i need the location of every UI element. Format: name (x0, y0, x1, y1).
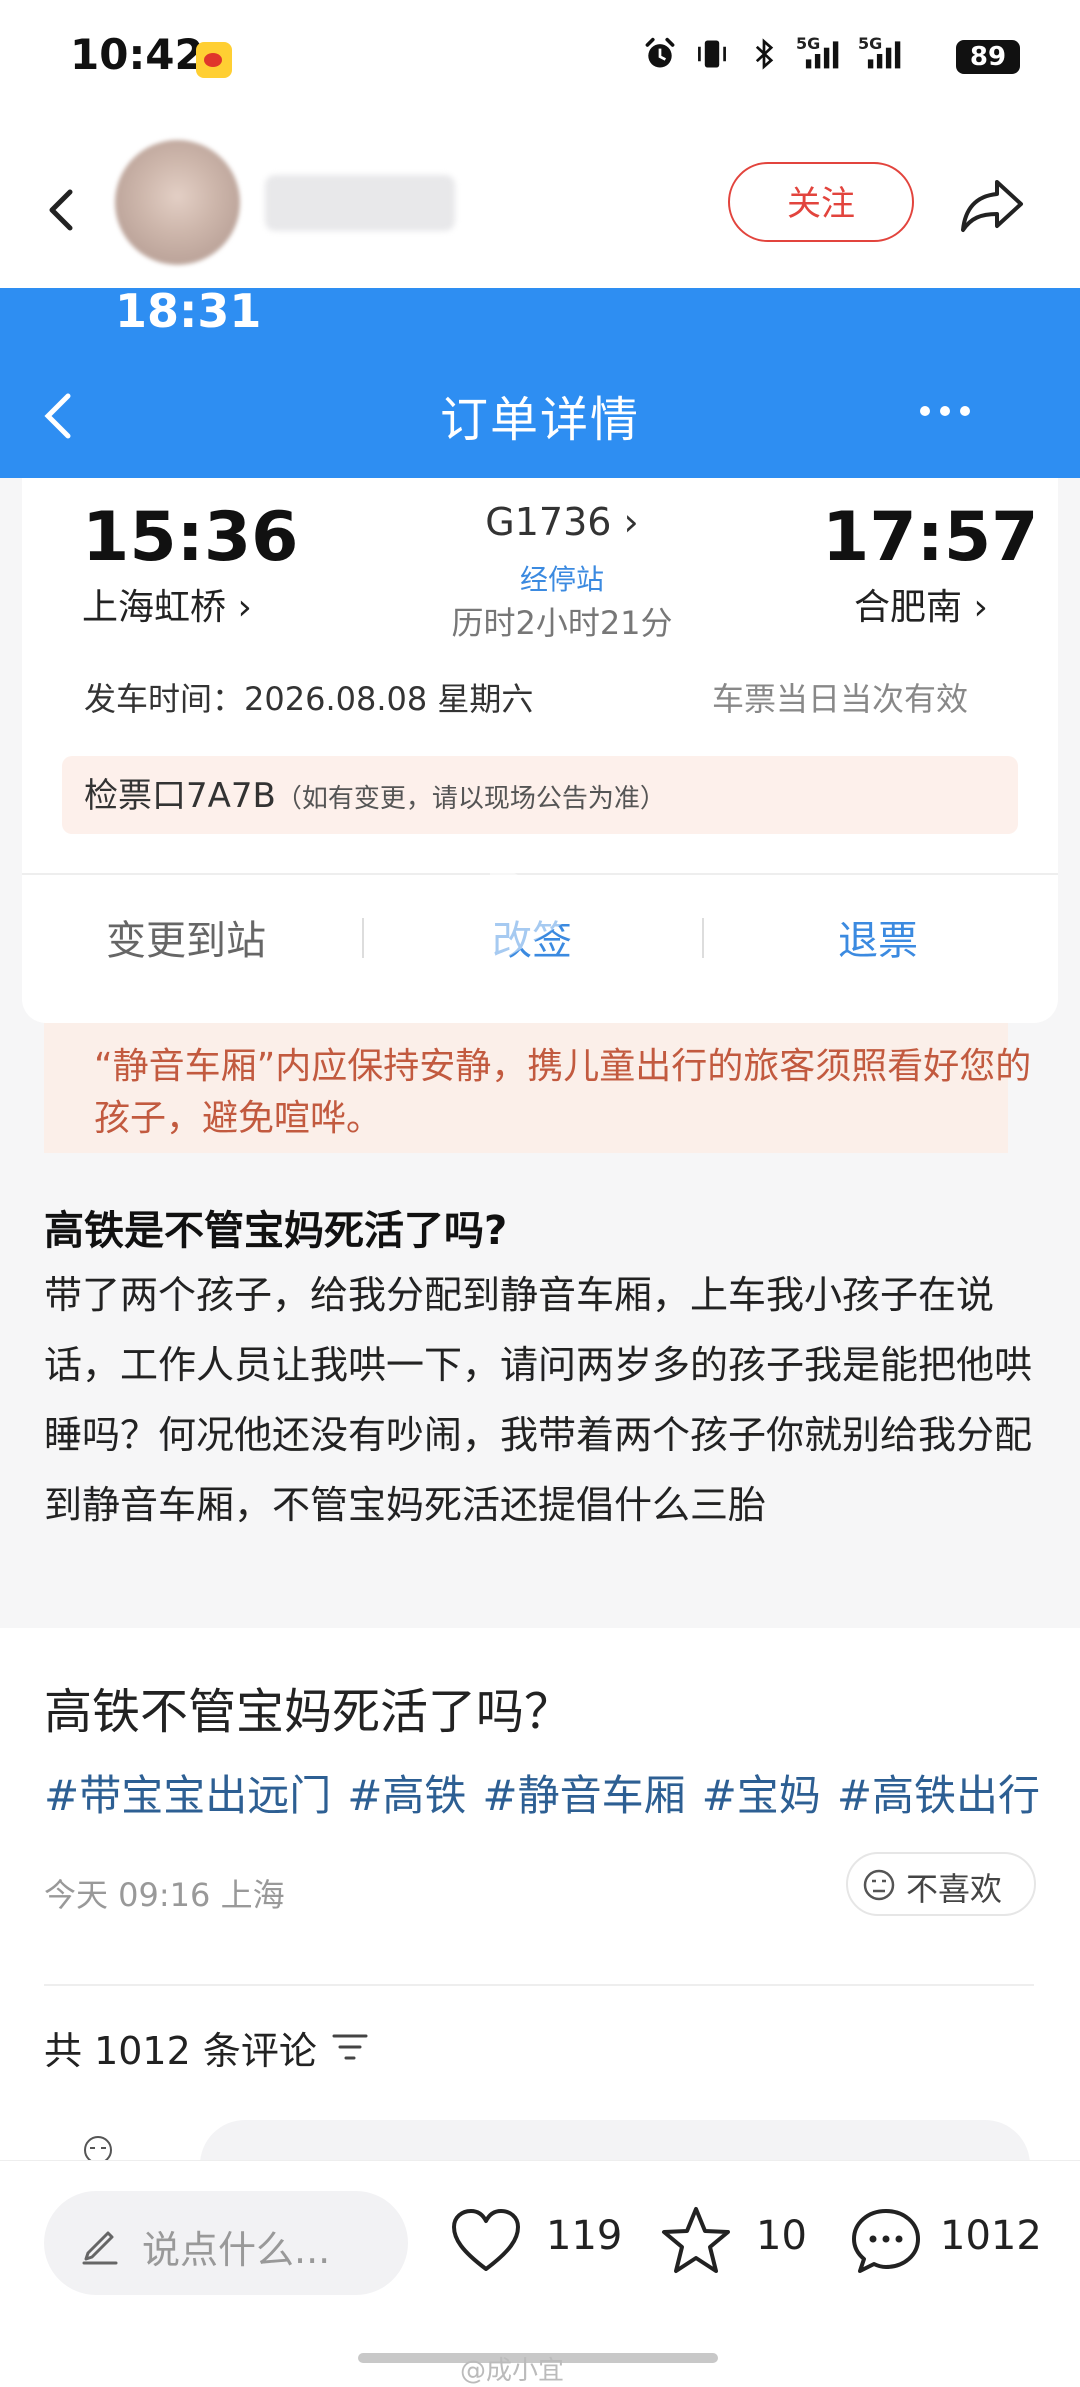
comment-placeholder: 说点什么... (142, 2228, 331, 2272)
battery-level: 89 (956, 40, 1020, 74)
status-time: 10:42 (70, 30, 204, 79)
follow-button[interactable]: 关注 (728, 162, 914, 242)
post-header: 关注 (0, 120, 1080, 290)
via-stations-link: 经停站 (519, 563, 604, 596)
star-icon[interactable] (656, 2201, 736, 2281)
departure-time: 15:36 (82, 498, 299, 577)
weibo-notification-icon (196, 42, 232, 78)
change-destination-action: 变更到站 (106, 918, 266, 964)
refund-action: 退票 (838, 918, 918, 964)
comment-bubble-icon[interactable] (846, 2201, 926, 2281)
notice-text: “静音车厢”内应保持安静，携儿童出行的旅客须照看好您的孩子，避免喧哗。 (94, 1046, 1032, 1139)
hashtag-list: #带宝宝出远门 #高铁 #静音车厢 #宝妈 #高铁出行 (44, 1762, 1054, 1823)
hashtag-link[interactable]: #高铁 (347, 1771, 466, 1820)
gate-note: （如有变更，请以现场公告为准） (275, 784, 666, 814)
signal-icon-1 (805, 41, 839, 69)
hashtag-link[interactable]: #宝妈 (702, 1771, 821, 1820)
author-name-blurred[interactable] (265, 175, 455, 231)
hashtag-link[interactable]: #静音车厢 (482, 1771, 685, 1820)
sort-icon[interactable] (330, 2030, 370, 2064)
comments-count: 共 1012 条评论 (44, 2029, 317, 2073)
status-icons: 5G 5G 89 (640, 30, 1020, 80)
signal-icon-2 (867, 41, 901, 69)
embedded-post-heading: 高铁是不管宝妈死活了吗? (44, 1208, 508, 1254)
post-meta: 今天 09:16 上海 (44, 1876, 285, 1914)
gate-info: 检票口7A7B（如有变更，请以现场公告为准） (62, 756, 1018, 834)
divider (362, 918, 364, 958)
divider (702, 918, 704, 958)
dislike-label: 不喜欢 (906, 1870, 1003, 1908)
embedded-post-body: 带了两个孩子，给我分配到静音车厢，上车我小孩子在说话，工作人员让我哄一下，请问两… (44, 1273, 1033, 1527)
quiet-car-notice: “静音车厢”内应保持安静，携儿童出行的旅客须照看好您的孩子，避免喧哗。 (44, 1023, 1031, 1153)
like-count: 119 (546, 2213, 623, 2259)
arrival-time: 17:57 (822, 498, 1039, 577)
back-arrow-icon[interactable] (34, 180, 94, 240)
railway-app-header: 18:31 订单详情 (0, 284, 1080, 478)
bluetooth-icon (755, 38, 774, 70)
pencil-icon (82, 2231, 118, 2265)
alarm-icon (645, 37, 675, 68)
departure-station: 上海虹桥 › (82, 587, 252, 628)
favorite-count: 10 (756, 2213, 807, 2259)
post-title: 高铁不管宝妈死活了吗？ (44, 1684, 573, 1740)
post-image[interactable]: 18:31 订单详情 15:36 上海虹桥 › G1736 › 经停站 历时2小… (0, 284, 1080, 1628)
divider (44, 1984, 1034, 1986)
dislike-button[interactable]: 不喜欢 (846, 1852, 1036, 1916)
hashtag-link[interactable]: #高铁出行 (837, 1771, 1040, 1820)
bottom-action-bar: 说点什么... 119 10 1012 (0, 2160, 1080, 2377)
play-icon (490, 858, 580, 968)
hashtag-link[interactable]: #带宝宝出远门 (44, 1771, 331, 1820)
validity-note: 车票当日当次有效 (712, 680, 969, 718)
author-avatar[interactable] (115, 140, 240, 265)
comment-count: 1012 (940, 2213, 1042, 2259)
embedded-status-time: 18:31 (115, 284, 262, 338)
arrival-station: 合肥南 › (854, 587, 988, 628)
departure-date: 发车时间：2026.08.08 星期六 (84, 680, 534, 718)
vibrate-icon (698, 40, 726, 68)
train-number: G1736 › (485, 500, 639, 544)
share-icon[interactable] (955, 168, 1029, 242)
more-dots-icon (920, 406, 970, 416)
status-bar: 10:42 5G 5G 89 (0, 0, 1080, 120)
frown-face-icon (863, 1869, 895, 1901)
trip-duration: 历时2小时21分 (451, 604, 673, 642)
watermark: @成小宜 (460, 2356, 565, 2386)
comment-input[interactable]: 说点什么... (44, 2191, 408, 2295)
heart-icon[interactable] (446, 2201, 526, 2281)
gate-number: 检票口7A7B (84, 776, 276, 816)
